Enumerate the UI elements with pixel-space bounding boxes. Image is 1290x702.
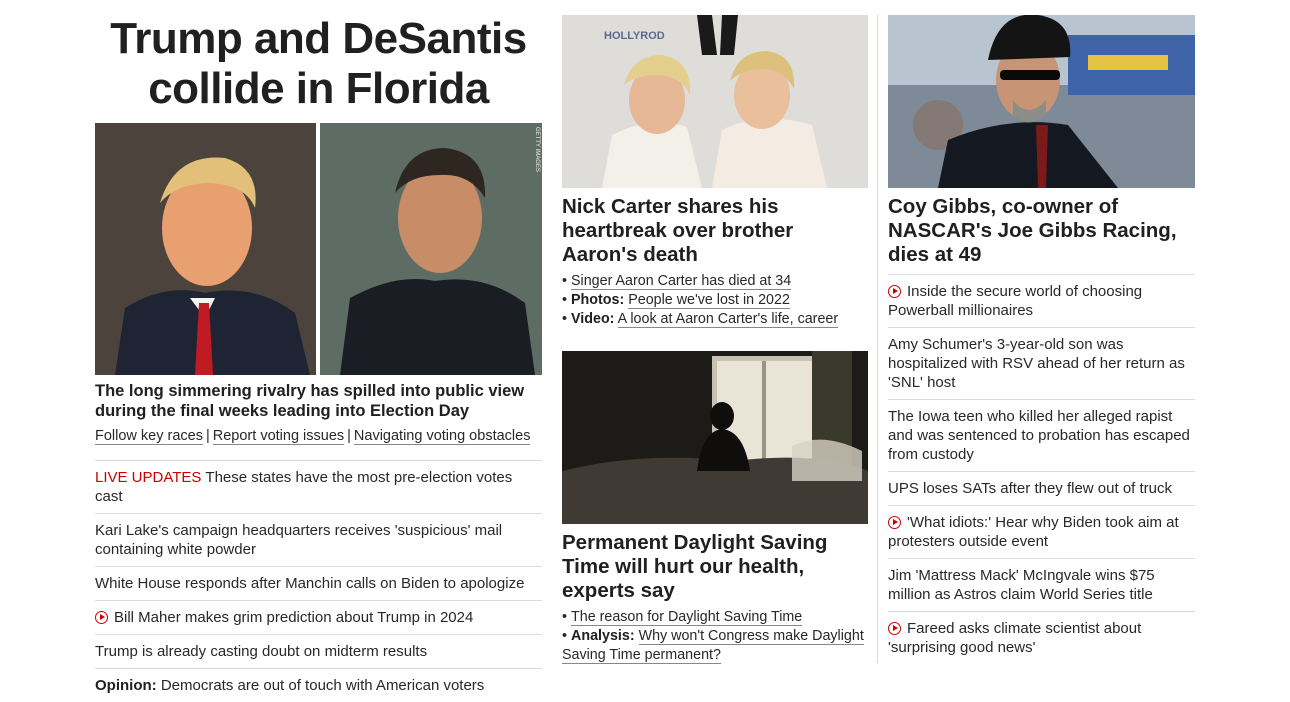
lead-image[interactable]: GETTY IMAGES (95, 123, 542, 375)
bullet-item[interactable]: • Video: A look at Aaron Carter's life, c… (562, 310, 868, 329)
coy-gibbs-headline[interactable]: Coy Gibbs, co-owner of NASCAR's Joe Gibb… (888, 195, 1195, 267)
play-video-icon (95, 611, 108, 624)
bullet-item[interactable]: • The reason for Daylight Saving Time (562, 608, 868, 627)
coy-gibbs-image[interactable] (888, 15, 1195, 188)
list-item[interactable]: The Iowa teen who killed her alleged rap… (888, 399, 1195, 471)
live-updates-badge: LIVE UPDATES (95, 469, 202, 486)
list-item[interactable]: LIVE UPDATES These states have the most p… (95, 461, 542, 513)
photo-credit: GETTY IMAGES (534, 127, 540, 172)
nick-carter-bullets: • Singer Aaron Carter has died at 34 • Pho… (562, 272, 868, 329)
link-report-voting-issues[interactable]: Report voting issues (212, 428, 345, 445)
daylight-saving-image[interactable] (562, 351, 868, 524)
backdrop-text: HOLLYROD (604, 30, 665, 42)
list-item[interactable]: White House responds after Manchin calls… (95, 566, 542, 600)
bullet-item[interactable]: • Analysis: Why won't Congress make Dayli… (562, 627, 868, 665)
list-item[interactable]: Bill Maher makes grim prediction about T… (95, 600, 542, 634)
nick-carter-image[interactable]: HOLLYROD (562, 15, 868, 188)
list-item[interactable]: Amy Schumer's 3-year-old son was hospita… (888, 327, 1195, 399)
list-item[interactable]: 'What idiots:' Hear why Biden took aim a… (888, 505, 1195, 558)
lead-story-list: LIVE UPDATES These states have the most p… (95, 460, 542, 702)
list-item[interactable]: Trump is already casting doubt on midter… (95, 634, 542, 668)
right-story-list: Inside the secure world of choosing Powe… (888, 274, 1195, 664)
nick-carter-headline[interactable]: Nick Carter shares his heartbreak over b… (562, 195, 868, 267)
link-navigating-voting-obstacles[interactable]: Navigating voting obstacles (353, 428, 531, 445)
list-item[interactable]: Inside the secure world of choosing Powe… (888, 275, 1195, 327)
list-item[interactable]: Kari Lake's campaign headquarters receiv… (95, 513, 542, 566)
list-item[interactable]: Fareed asks climate scientist about 'sur… (888, 611, 1195, 664)
list-item[interactable]: Jim 'Mattress Mack' McIngvale wins $75 m… (888, 558, 1195, 611)
play-video-icon (888, 622, 901, 635)
link-follow-key-races[interactable]: Follow key races (95, 428, 203, 445)
list-item[interactable]: UPS loses SATs after they flew out of tr… (888, 471, 1195, 505)
lead-subhead[interactable]: The long simmering rivalry has spilled i… (95, 381, 542, 421)
list-item[interactable]: Opinion: Democrats are out of touch with… (95, 668, 542, 702)
bullet-item[interactable]: • Photos: People we've lost in 2022 (562, 291, 868, 310)
lead-links: Follow key races | Report voting issues | Na… (95, 428, 531, 445)
lead-headline[interactable]: Trump and DeSantis collide in Florida (95, 14, 542, 114)
daylight-saving-headline[interactable]: Permanent Daylight Saving Time will hurt… (562, 531, 868, 603)
opinion-label: Opinion: (95, 677, 157, 694)
column-divider (877, 15, 878, 663)
daylight-saving-bullets: • The reason for Daylight Saving Time • An… (562, 608, 868, 665)
bullet-item[interactable]: • Singer Aaron Carter has died at 34 (562, 272, 868, 291)
play-video-icon (888, 516, 901, 529)
play-video-icon (888, 285, 901, 298)
